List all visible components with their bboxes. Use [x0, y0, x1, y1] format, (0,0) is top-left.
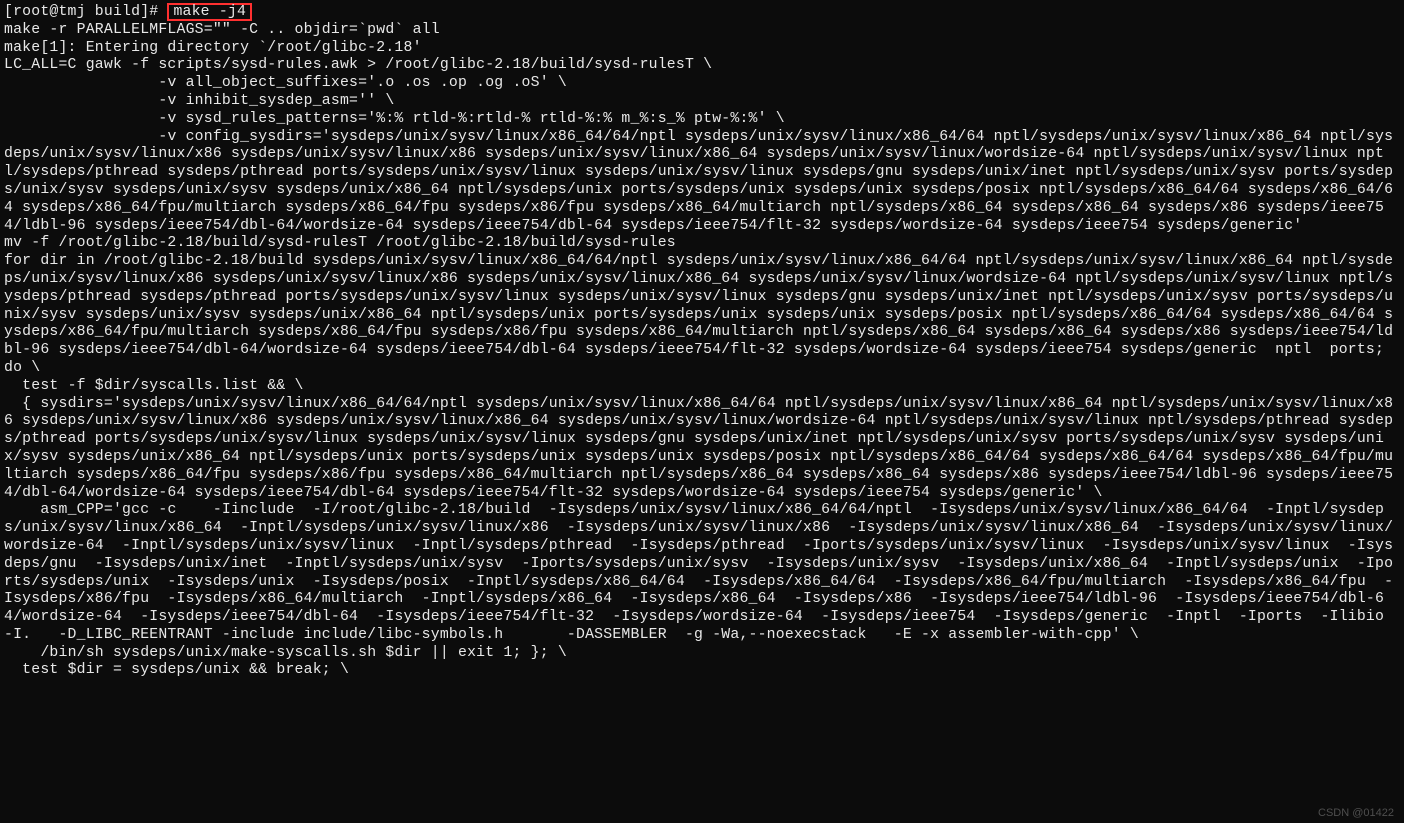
terminal-output[interactable]: [root@tmj build]# make -j4 make -r PARAL… — [0, 0, 1404, 683]
terminal-body: make -r PARALLELMFLAGS="" -C .. objdir=`… — [4, 22, 1393, 679]
command-highlight: make -j4 — [167, 3, 252, 21]
watermark: CSDN @01422 — [1318, 807, 1394, 819]
prompt-user: [root@tmj build]# — [4, 4, 167, 20]
